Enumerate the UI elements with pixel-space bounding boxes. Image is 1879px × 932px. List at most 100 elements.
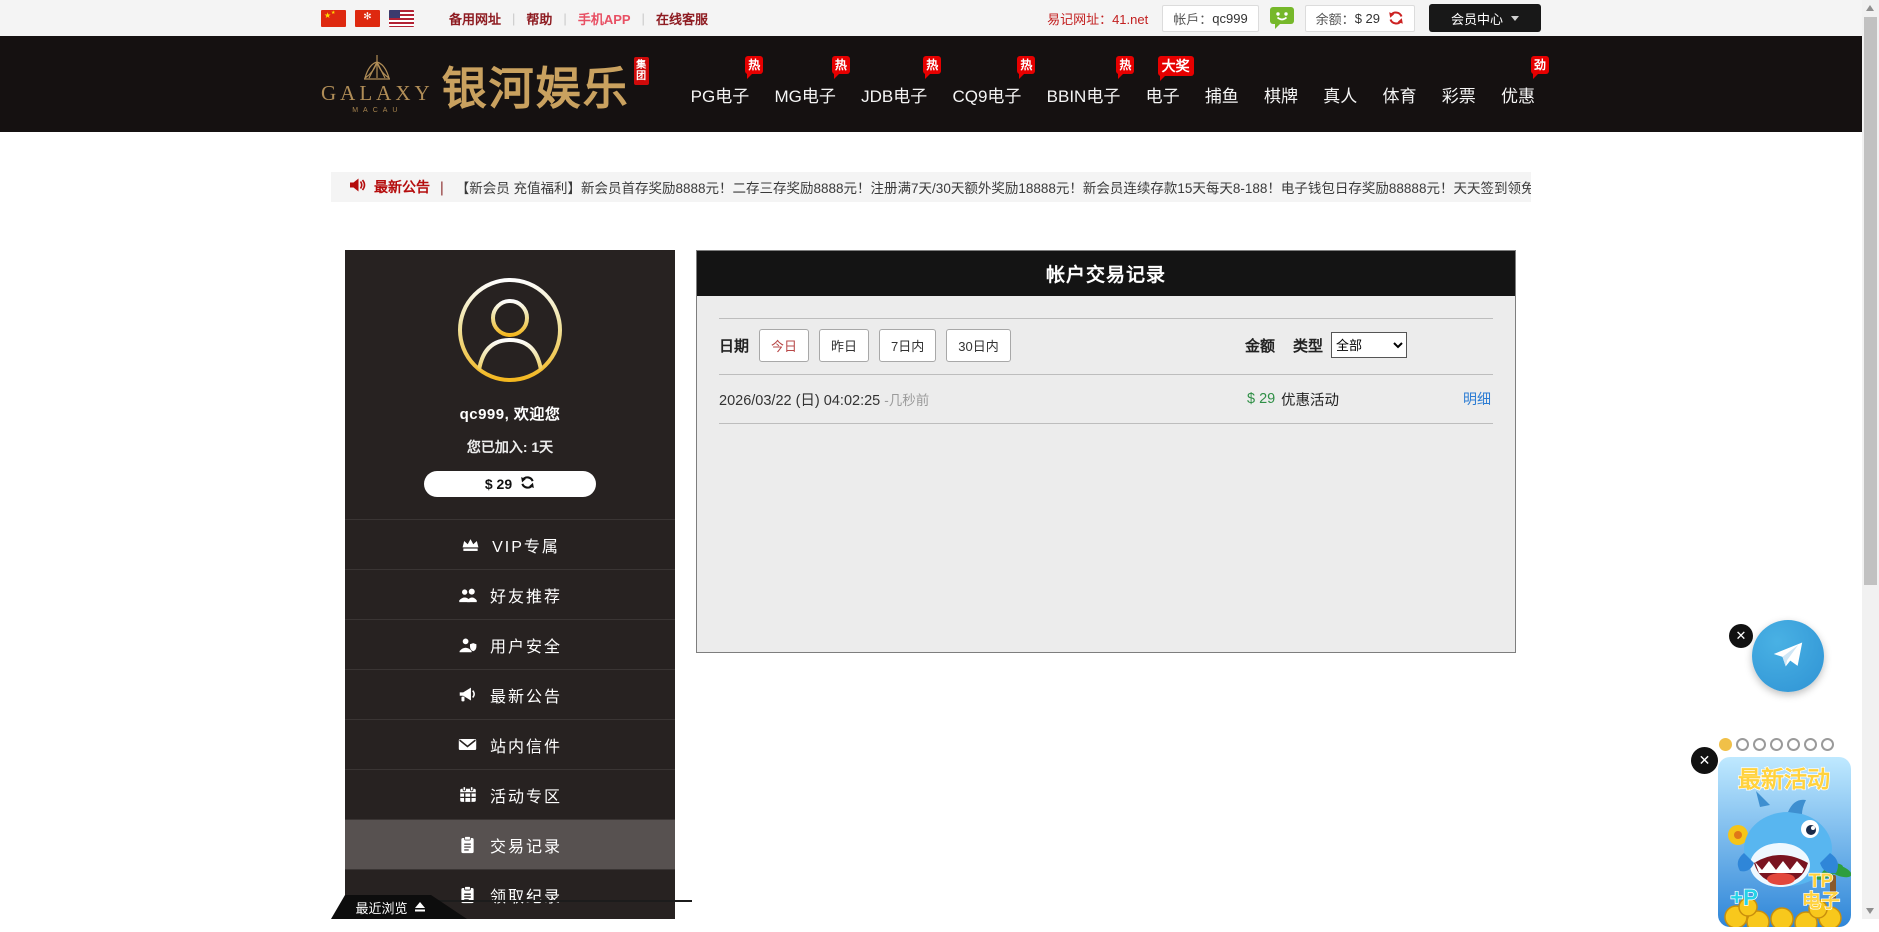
mobile-app-link[interactable]: 手机APP [578,9,631,28]
hot-badge: 热 [923,56,941,74]
transaction-datetime: 2026/03/22 (日) 04:02:25 [719,389,880,410]
dot[interactable] [1753,738,1766,751]
panel-title: 帐户交易记录 [697,251,1515,296]
sidebar-balance-button[interactable]: $ 29 [424,471,596,497]
transaction-amount: $ 29 [1247,391,1275,407]
svg-text:+P: +P [1730,885,1758,910]
site-logo[interactable]: GALAXY MACAU 银河娱乐 集团 [321,52,649,117]
amount-label: 金额 [1245,335,1275,356]
dot[interactable] [1787,738,1800,751]
filter-today-button[interactable]: 今日 [759,329,809,362]
jackpot-badge: 大奖 [1158,56,1194,76]
speaker-icon [349,177,366,198]
date-label: 日期 [719,335,749,356]
svg-text:电子: 电子 [1802,889,1840,912]
type-label: 类型 [1293,335,1323,356]
nav-item-mg[interactable]: 热MG电子 [768,54,841,115]
divider: | [512,11,515,26]
member-center-button[interactable]: 会员中心 [1429,4,1541,32]
telegram-button[interactable] [1752,620,1824,692]
chat-bubble-icon[interactable] [1269,6,1295,35]
type-select[interactable]: 全部 [1331,332,1407,358]
dot[interactable] [1719,738,1732,751]
transaction-panel: 帐户交易记录 日期 今日 昨日 7日内 30日内 金额 类型 全部 2026/0… [696,250,1516,653]
welcome-text: qc999, 欢迎您 [345,403,675,424]
china-flag-icon[interactable]: ★★ [321,10,346,27]
dot[interactable] [1821,738,1834,751]
announcement-label: 最新公告 [374,177,430,197]
avatar-icon [456,371,564,388]
divider: | [642,11,645,26]
page-scrollbar[interactable] [1862,0,1879,919]
balance-box: 余额：$ 29 [1305,5,1415,32]
nav-menu: 热PG电子 热MG电子 热JDB电子 热CQ9电子 热BBIN电子 大奖电子 捕… [685,54,1541,115]
dot[interactable] [1804,738,1817,751]
help-link[interactable]: 帮助 [526,9,552,28]
promo-pagination-dots [1719,738,1834,751]
sidebar-item-label: 站内信件 [490,733,562,757]
filter-yesterday-button[interactable]: 昨日 [819,329,869,362]
sidebar-item-messages[interactable]: 站内信件 [345,719,675,769]
nav-item-lottery[interactable]: 彩票 [1436,54,1482,115]
sidebar-item-activities[interactable]: 活动专区 [345,769,675,819]
divider: ❘ [436,179,448,196]
promo-banner[interactable]: 最新活动 TP 电子 +P [1718,757,1851,919]
nav-item-pg[interactable]: 热PG电子 [685,54,756,115]
close-icon: ✕ [1699,752,1711,769]
sidebar-item-label: 用户安全 [490,633,562,657]
online-service-link[interactable]: 在线客服 [656,9,708,28]
detail-link[interactable]: 明细 [1463,389,1491,409]
sidebar-item-label: 领取纪录 [490,883,562,907]
user-shield-icon [458,637,478,653]
scrollbar-thumb[interactable] [1864,17,1877,585]
sidebar-item-security[interactable]: 用户安全 [345,619,675,669]
usa-flag-icon[interactable] [389,10,414,27]
nav-item-live[interactable]: 真人 [1317,54,1363,115]
svg-text:TP: TP [1809,871,1834,892]
filter-30days-button[interactable]: 30日内 [946,329,1010,362]
sidebar-item-announcements[interactable]: 最新公告 [345,669,675,719]
announcement-text: 【新会员 充值福利】新会员首存奖励8888元！二存三存奖励8888元！注册满7天… [456,177,1531,197]
nav-item-dianzi[interactable]: 大奖电子 [1140,54,1186,115]
backup-url-link[interactable]: 备用网址 [449,9,501,28]
sidebar-item-referral[interactable]: 好友推荐 [345,569,675,619]
divider [719,423,1493,424]
account-box: 帐戶：qc999 [1162,5,1258,32]
chevron-down-icon [1511,16,1519,21]
sidebar-item-transactions[interactable]: 交易记录 [345,819,675,869]
sidebar-item-vip[interactable]: VIP专属 [345,519,675,569]
telegram-icon [1766,632,1810,681]
divider [430,900,692,902]
scroll-up-arrow[interactable] [1866,5,1874,11]
hongkong-flag-icon[interactable]: ✻ [355,10,380,27]
nav-item-promo[interactable]: 劲优惠 [1495,54,1541,115]
sidebar-item-label: VIP专属 [492,533,560,557]
announcement-marquee[interactable]: 最新公告 ❘ 【新会员 充值福利】新会员首存奖励8888元！二存三存奖励8888… [331,172,1531,202]
account-value: qc999 [1212,11,1247,26]
nav-item-fishing[interactable]: 捕鱼 [1199,54,1245,115]
promo-close-button[interactable]: ✕ [1691,747,1718,774]
member-sidebar: qc999, 欢迎您 您已加入: 1天 $ 29 VIP专属 好友推荐 用户安全… [345,250,675,919]
dot[interactable] [1736,738,1749,751]
hot-badge: 热 [1116,56,1134,74]
balance-value: $ 29 [1355,11,1380,26]
envelope-icon [458,737,478,752]
divider [719,318,1493,319]
svg-text:最新活动: 最新活动 [1738,766,1830,792]
sidebar-item-label: 交易记录 [490,833,562,857]
nav-item-sports[interactable]: 体育 [1377,54,1423,115]
memorable-url: 易记网址：41.net [1047,9,1148,28]
nav-item-cq9[interactable]: 热CQ9电子 [946,54,1027,115]
nav-item-bbin[interactable]: 热BBIN电子 [1041,54,1127,115]
telegram-close-button[interactable]: ✕ [1729,624,1753,648]
transaction-type: 优惠活动 [1281,389,1339,410]
refresh-icon[interactable] [1388,10,1404,26]
nav-item-chess[interactable]: 棋牌 [1258,54,1304,115]
nav-item-jdb[interactable]: 热JDB电子 [855,54,933,115]
dot[interactable] [1770,738,1783,751]
scroll-down-arrow[interactable] [1866,908,1874,914]
eject-icon [415,900,425,915]
hot-badge: 热 [745,56,763,74]
calendar-icon [458,786,478,803]
filter-7days-button[interactable]: 7日内 [879,329,936,362]
